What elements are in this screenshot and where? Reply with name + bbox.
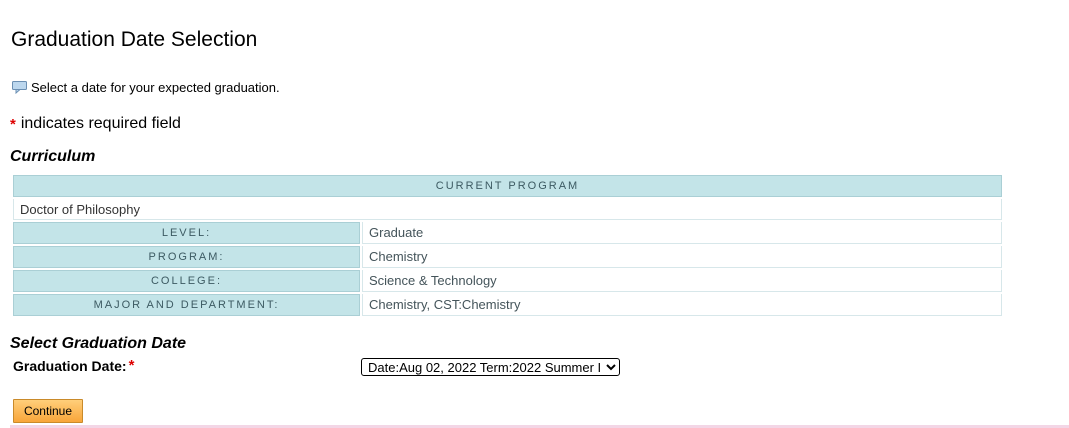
table-row: PROGRAM: Chemistry [13, 246, 1002, 268]
graduation-date-select[interactable]: Date:Aug 02, 2022 Term:2022 Summer II [361, 358, 620, 376]
table-row: COLLEGE: Science & Technology [13, 270, 1002, 292]
required-note-text: indicates required field [20, 115, 181, 132]
required-field-note: * indicates required field [10, 115, 181, 133]
level-label: LEVEL: [13, 222, 360, 244]
table-row: Doctor of Philosophy [13, 199, 1002, 220]
graduation-date-label: Graduation Date: * [13, 357, 134, 374]
table-row: CURRENT PROGRAM [13, 175, 1002, 197]
college-label: COLLEGE: [13, 270, 360, 292]
program-name: Doctor of Philosophy [13, 199, 1002, 220]
curriculum-heading: Curriculum [10, 148, 96, 165]
continue-button[interactable]: Continue [13, 399, 83, 423]
info-message: Select a date for your expected graduati… [12, 80, 280, 95]
major-department-value: Chemistry, CST:Chemistry [362, 294, 1002, 316]
page: Graduation Date Selection Select a date … [0, 0, 1069, 428]
table-row: LEVEL: Graduate [13, 222, 1002, 244]
required-asterisk-icon: * [10, 115, 16, 133]
college-value: Science & Technology [362, 270, 1002, 292]
current-program-header: CURRENT PROGRAM [13, 175, 1002, 197]
graduation-date-label-text: Graduation Date: [13, 357, 127, 374]
page-title: Graduation Date Selection [11, 28, 258, 51]
program-label: PROGRAM: [13, 246, 360, 268]
program-value: Chemistry [362, 246, 1002, 268]
required-asterisk-icon: * [128, 357, 135, 374]
speech-bubble-icon [12, 81, 27, 95]
curriculum-table: CURRENT PROGRAM Doctor of Philosophy LEV… [11, 173, 1004, 318]
select-graduation-date-heading: Select Graduation Date [10, 335, 187, 352]
info-text: Select a date for your expected graduati… [31, 80, 280, 95]
table-row: MAJOR AND DEPARTMENT: Chemistry, CST:Che… [13, 294, 1002, 316]
level-value: Graduate [362, 222, 1002, 244]
major-department-label: MAJOR AND DEPARTMENT: [13, 294, 360, 316]
